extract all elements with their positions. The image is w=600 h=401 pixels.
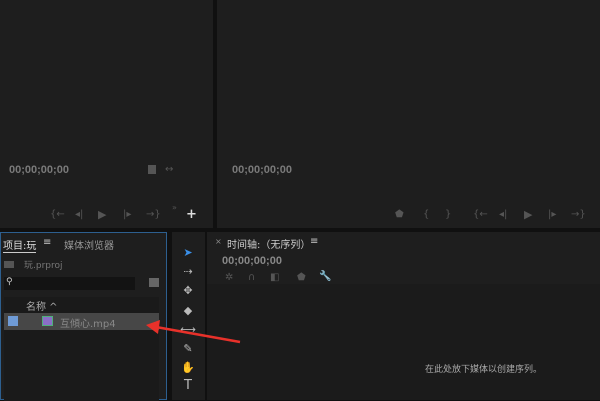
- annotation-arrow: [146, 320, 241, 344]
- arrow-shaft: [155, 325, 241, 344]
- arrow-head: [146, 320, 160, 334]
